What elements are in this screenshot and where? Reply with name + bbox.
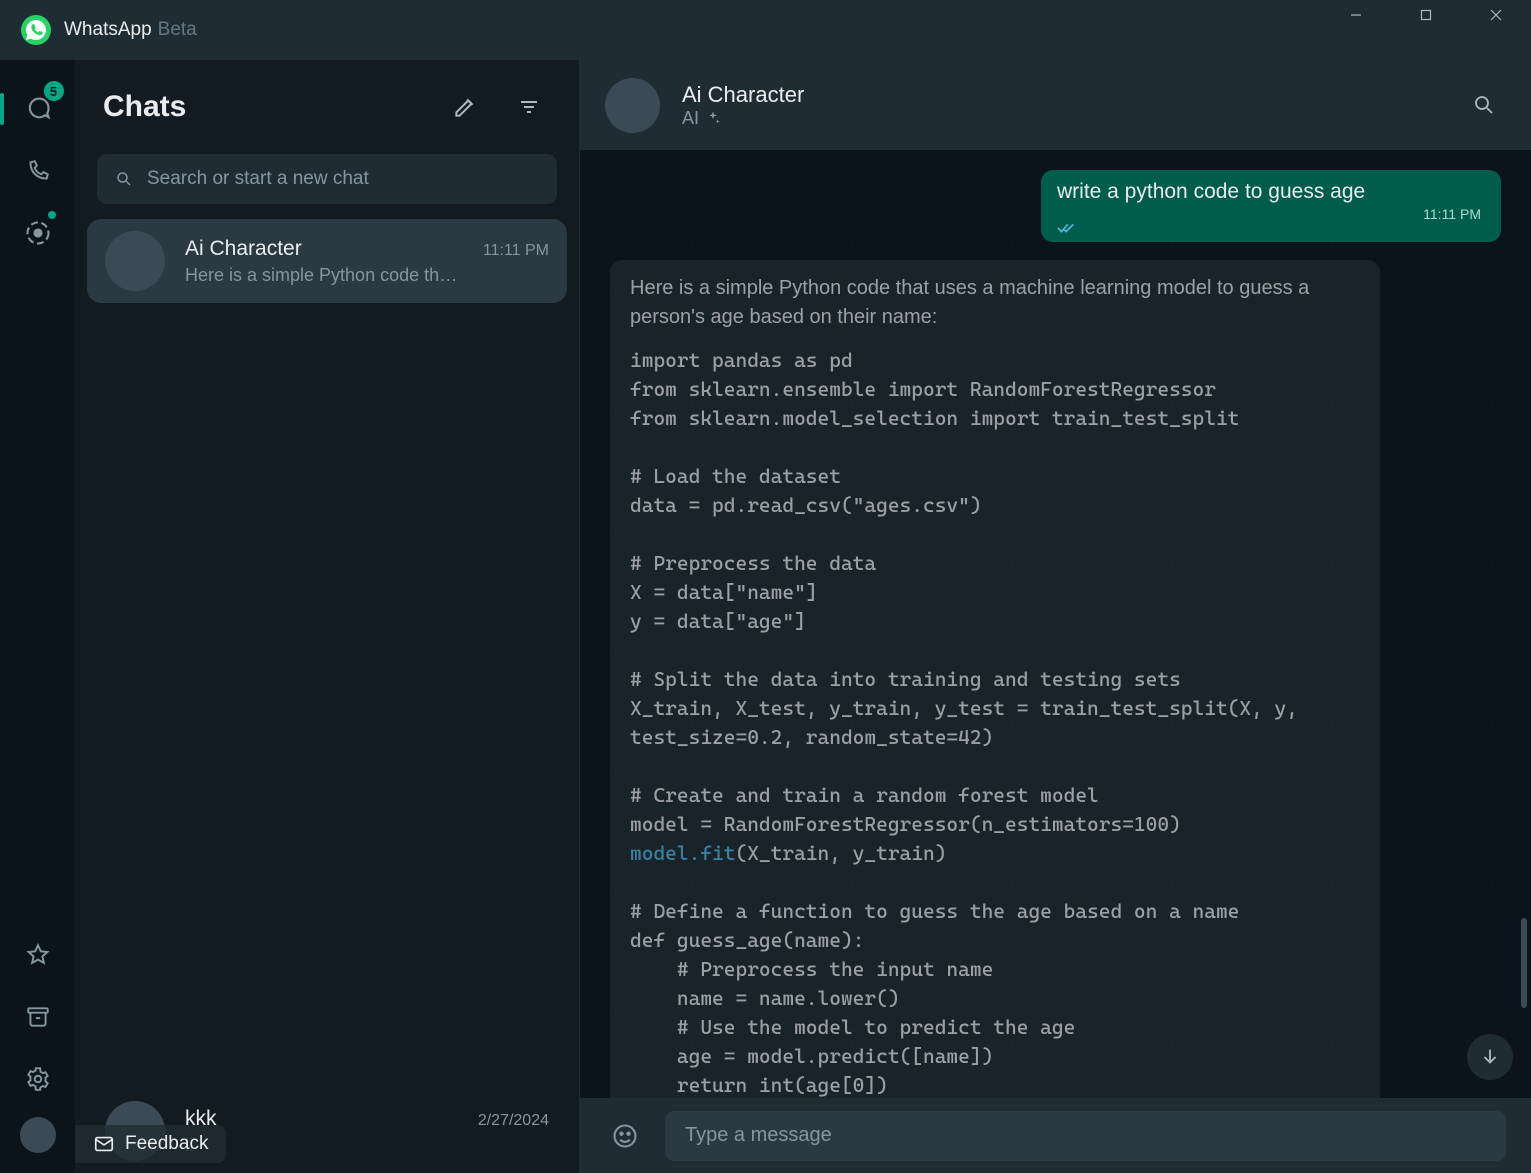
whatsapp-logo-icon (20, 14, 52, 46)
emoji-button[interactable] (605, 1116, 645, 1156)
filter-button[interactable] (507, 85, 551, 129)
nav-profile-avatar[interactable] (20, 1117, 56, 1153)
chat-search-button[interactable] (1462, 83, 1506, 127)
feedback-button[interactable]: Feedback (75, 1125, 226, 1163)
contact-avatar[interactable] (605, 78, 660, 133)
message-input[interactable] (665, 1111, 1506, 1161)
code-link[interactable]: model.fit (630, 841, 735, 865)
search-icon (115, 170, 133, 188)
app-name: WhatsApp (64, 19, 152, 41)
nav-status-icon[interactable] (14, 209, 62, 257)
chat-header: Ai Character AI (580, 60, 1531, 150)
message-time: 11:11 PM (1423, 206, 1481, 222)
nav-settings-icon[interactable] (14, 1055, 62, 1103)
nav-chats-icon[interactable]: 5 (14, 85, 62, 133)
beta-label: Beta (158, 19, 197, 41)
code-block: import pandas as pd from sklearn.ensembl… (630, 346, 1360, 1098)
chat-preview: li (185, 1135, 549, 1156)
chat-preview: Here is a simple Python code th… (185, 265, 549, 286)
window-close-button[interactable] (1461, 0, 1531, 30)
composer (580, 1098, 1531, 1173)
new-chat-button[interactable] (443, 85, 487, 129)
contact-name: Ai Character (682, 82, 804, 108)
nav-rail: 5 (0, 60, 75, 1173)
chats-sidebar: Chats Ai Character 11:11 PM (75, 60, 580, 1173)
search-box[interactable] (97, 154, 557, 204)
contact-sublabel: AI (682, 108, 699, 129)
chat-list-item[interactable]: Ai Character 11:11 PM Here is a simple P… (87, 219, 567, 303)
message-text: write a python code to guess age (1057, 180, 1365, 203)
messages-area[interactable]: write a python code to guess age 11:11 P… (580, 150, 1531, 1098)
nav-starred-icon[interactable] (14, 931, 62, 979)
scroll-to-bottom-button[interactable] (1467, 1034, 1513, 1080)
chat-name: kkk (185, 1107, 468, 1131)
chat-avatar (105, 231, 165, 291)
outgoing-message-bubble[interactable]: write a python code to guess age 11:11 P… (1041, 170, 1501, 242)
message-intro-text: Here is a simple Python code that uses a… (630, 274, 1360, 332)
nav-calls-icon[interactable] (14, 147, 62, 195)
titlebar: WhatsApp Beta (0, 0, 1531, 60)
chats-title: Chats (103, 90, 423, 124)
chat-name: Ai Character (185, 237, 473, 261)
status-activity-dot (48, 211, 56, 219)
window-maximize-button[interactable] (1391, 0, 1461, 30)
scrollbar-thumb[interactable] (1521, 918, 1527, 1008)
window-minimize-button[interactable] (1321, 0, 1391, 30)
feedback-label: Feedback (125, 1133, 208, 1155)
chat-time: 11:11 PM (483, 242, 549, 260)
ai-sparkle-icon (705, 110, 721, 126)
read-ticks-icon (1057, 222, 1485, 234)
search-input[interactable] (147, 168, 539, 190)
chat-pane: Ai Character AI write a python code to g… (580, 60, 1531, 1173)
incoming-message-bubble[interactable]: Here is a simple Python code that uses a… (610, 260, 1380, 1098)
nav-chats-badge: 5 (44, 81, 64, 101)
nav-archive-icon[interactable] (14, 993, 62, 1041)
chat-time: 2/27/2024 (478, 1112, 549, 1130)
